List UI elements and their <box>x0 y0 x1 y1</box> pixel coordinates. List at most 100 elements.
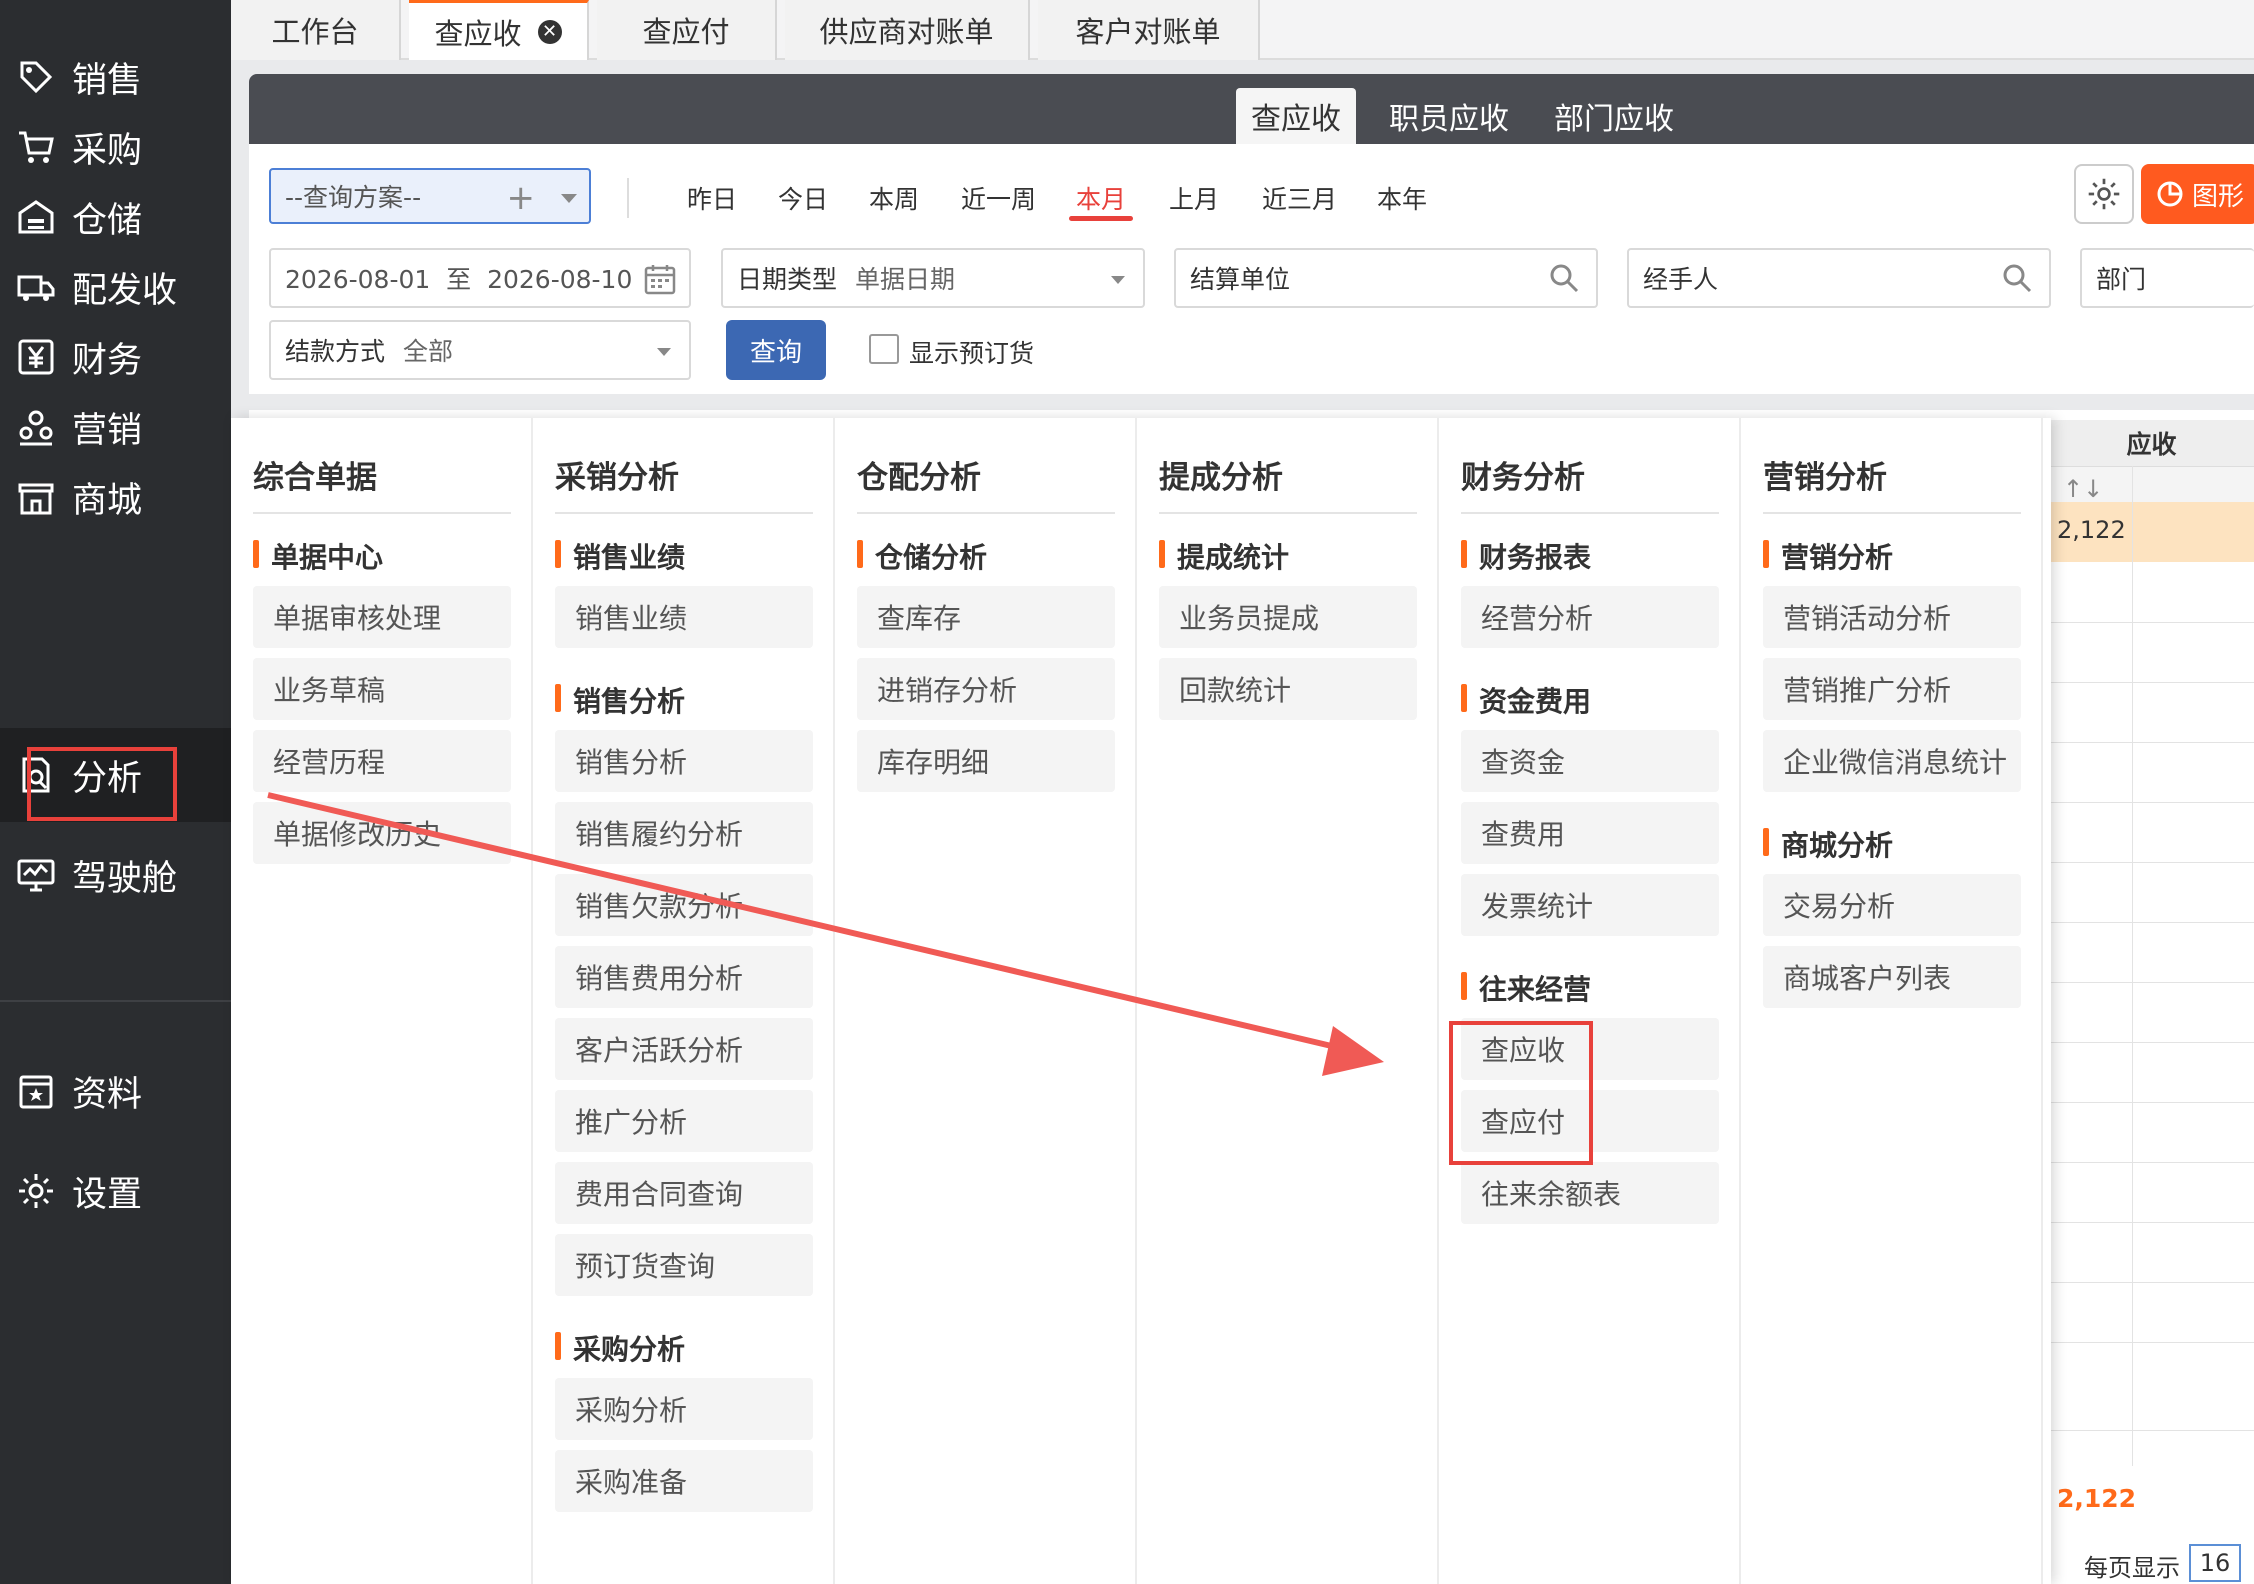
row-divider <box>2049 982 2254 983</box>
menu-item[interactable]: 销售费用分析 <box>555 946 813 1008</box>
menu-item[interactable]: 营销活动分析 <box>1763 586 2021 648</box>
menu-item[interactable]: 查资金 <box>1461 730 1719 792</box>
page-size-label: 每页显示 <box>2084 1554 2180 1582</box>
menu-column-title: 提成分析 <box>1159 460 1283 496</box>
subtab-receivables[interactable]: 查应收 <box>1236 88 1356 144</box>
sidebar-item-label: 仓储 <box>72 200 143 241</box>
chart-button-label: 图形 <box>2191 181 2244 212</box>
analysis-mega-menu: 综合单据 单据中心 单据审核处理 业务草稿 经营历程 单据修改历史 采销分析 销售业绩 销售业绩… <box>231 418 2051 1584</box>
menu-item[interactable]: 费用合同查询 <box>555 1162 813 1224</box>
date-range-input[interactable]: 2026-08-01 至 2026-08-10 <box>269 248 691 308</box>
row-divider <box>2049 1342 2254 1343</box>
show-reserved-checkbox[interactable] <box>869 334 899 364</box>
tab-customer-statement[interactable]: 客户对账单 <box>1038 0 1260 60</box>
quick-date-this-month[interactable]: 本月 <box>1076 180 1126 216</box>
menu-item[interactable]: 营销推广分析 <box>1763 658 2021 720</box>
quick-date-this-week[interactable]: 本周 <box>869 180 919 216</box>
sidebar-item-label: 配发收 <box>72 270 178 311</box>
row-divider <box>2049 1222 2254 1223</box>
menu-item[interactable]: 采购分析 <box>555 1378 813 1440</box>
menu-column: 仓配分析 仓储分析 查库存 进销存分析 库存明细 <box>835 418 1137 1584</box>
menu-item[interactable]: 单据修改历史 <box>253 802 511 864</box>
query-plan-value: --查询方案-- <box>285 183 422 212</box>
store-icon <box>14 475 58 519</box>
truck-icon <box>14 265 58 309</box>
menu-item[interactable]: 商城客户列表 <box>1763 946 2021 1008</box>
sidebar-item-mall[interactable]: 商城 <box>0 450 231 544</box>
page-size-input[interactable]: 16 <box>2189 1544 2241 1582</box>
quick-date-last-3-months[interactable]: 近三月 <box>1262 180 1337 216</box>
menu-item[interactable]: 查费用 <box>1461 802 1719 864</box>
menu-column-title: 财务分析 <box>1461 460 1585 496</box>
row-divider <box>2049 1162 2254 1163</box>
menu-item[interactable]: 交易分析 <box>1763 874 2021 936</box>
settle-unit-input[interactable]: 结算单位 <box>1174 248 1598 308</box>
quick-date-last-month[interactable]: 上月 <box>1169 180 1219 216</box>
menu-item[interactable]: 企业微信消息统计 <box>1763 730 2021 792</box>
menu-item[interactable]: 销售业绩 <box>555 586 813 648</box>
subtab-dept-receivables[interactable]: 部门应收 <box>1539 88 1689 144</box>
settings-button[interactable] <box>2074 164 2134 224</box>
date-type-select[interactable]: 日期类型 单据日期 <box>721 248 1145 308</box>
subtab-staff-receivables[interactable]: 职员应收 <box>1374 88 1524 144</box>
sidebar-item-settings[interactable]: 设置 <box>0 1144 231 1238</box>
quick-date-last-7-days[interactable]: 近一周 <box>961 180 1036 216</box>
quick-date-this-year[interactable]: 本年 <box>1377 180 1427 216</box>
tab-receivables[interactable]: 查应收 ✕ <box>409 0 589 60</box>
menu-item[interactable]: 经营分析 <box>1461 586 1719 648</box>
menu-section-title: 提成统计 <box>1159 536 1289 576</box>
sort-icon[interactable]: ↑↓ <box>2063 475 2103 503</box>
menu-item[interactable]: 推广分析 <box>555 1090 813 1152</box>
menu-item[interactable]: 回款统计 <box>1159 658 1417 720</box>
search-icon[interactable] <box>1548 262 1580 300</box>
menu-item[interactable]: 采购准备 <box>555 1450 813 1512</box>
menu-item[interactable]: 预订货查询 <box>555 1234 813 1296</box>
tab-supplier-statement[interactable]: 供应商对账单 <box>785 0 1030 60</box>
quick-date-today[interactable]: 今日 <box>778 180 828 216</box>
quick-date-yesterday[interactable]: 昨日 <box>687 180 737 216</box>
calendar-icon[interactable] <box>643 262 677 302</box>
row-divider <box>2049 742 2254 743</box>
menu-item[interactable]: 销售欠款分析 <box>555 874 813 936</box>
menu-item[interactable]: 往来余额表 <box>1461 1162 1719 1224</box>
close-icon[interactable]: ✕ <box>537 19 562 44</box>
table-row[interactable]: 2,122 <box>2049 502 2254 562</box>
menu-item[interactable]: 进销存分析 <box>857 658 1115 720</box>
search-icon[interactable] <box>2001 262 2033 300</box>
menu-item[interactable]: 经营历程 <box>253 730 511 792</box>
menu-section-title: 财务报表 <box>1461 536 1591 576</box>
tag-icon <box>14 55 58 99</box>
menu-item[interactable]: 查库存 <box>857 586 1115 648</box>
pay-method-select[interactable]: 结款方式 全部 <box>269 320 691 380</box>
yen-icon <box>14 335 58 379</box>
sidebar-item-label: 资料 <box>72 1074 143 1115</box>
menu-item[interactable]: 业务草稿 <box>253 658 511 720</box>
tab-workbench[interactable]: 工作台 <box>231 0 401 60</box>
menu-section-title: 销售分析 <box>555 680 685 720</box>
menu-item[interactable]: 单据审核处理 <box>253 586 511 648</box>
menu-column-title: 综合单据 <box>253 460 377 496</box>
menu-column: 财务分析 财务报表 经营分析 资金费用 查资金 查费用 发票统计 往来经营 查应收 查应付 往来余额… <box>1439 418 1741 1584</box>
sidebar-item-label: 销售 <box>72 60 143 101</box>
menu-item[interactable]: 库存明细 <box>857 730 1115 792</box>
tab-payables[interactable]: 查应付 <box>597 0 777 60</box>
sidebar-item-data[interactable]: 资料 <box>0 1044 231 1138</box>
menu-item[interactable]: 客户活跃分析 <box>555 1018 813 1080</box>
plus-icon[interactable]: + <box>507 178 536 218</box>
menu-item[interactable]: 业务员提成 <box>1159 586 1417 648</box>
chart-button[interactable]: 图形 <box>2141 164 2254 224</box>
monitor-icon <box>14 853 58 897</box>
query-plan-select[interactable]: --查询方案-- + <box>269 168 591 224</box>
handler-input[interactable]: 经手人 <box>1627 248 2051 308</box>
menu-item[interactable]: 发票统计 <box>1461 874 1719 936</box>
menu-section-title: 采购分析 <box>555 1328 685 1368</box>
row-divider <box>2049 622 2254 623</box>
chevron-down-icon <box>1111 276 1125 284</box>
total-value: 2,122 <box>2057 1484 2137 1513</box>
query-button[interactable]: 查询 <box>726 320 826 380</box>
dept-input[interactable]: 部门 <box>2080 248 2254 308</box>
row-divider <box>2049 1102 2254 1103</box>
sidebar-item-cockpit[interactable]: 驾驶舱 <box>0 828 231 922</box>
menu-item[interactable]: 销售履约分析 <box>555 802 813 864</box>
menu-item[interactable]: 销售分析 <box>555 730 813 792</box>
